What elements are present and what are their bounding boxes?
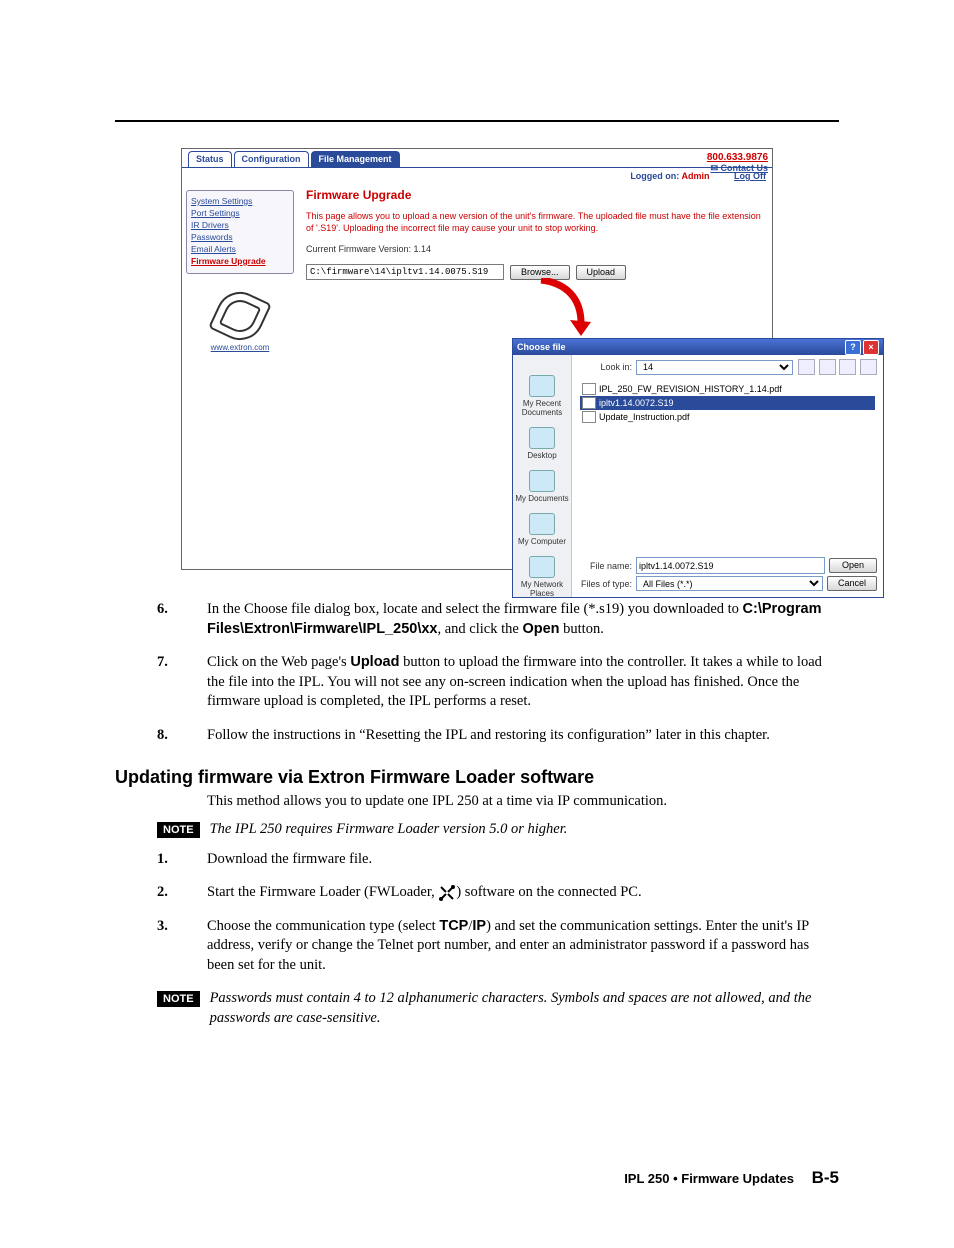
sidebar: System Settings Port Settings IR Drivers… [182,182,298,570]
sidebar-logo: www.extron.com [186,292,294,352]
back-icon[interactable] [798,359,815,375]
file-item[interactable]: IPL_250_FW_REVISION_HISTORY_1.14.pdf [580,382,875,396]
phone-number: 800.633.9876 [707,152,768,163]
top-rule [115,120,839,122]
file-icon [582,397,596,409]
pdf-icon [582,383,596,395]
folder-icon [529,375,555,397]
tab-file-management[interactable]: File Management [311,151,400,167]
up-icon[interactable] [819,359,836,375]
step-1: 1. Download the firmware file. [115,850,839,870]
place-network[interactable]: My Network Places [513,556,571,598]
section-heading: Updating firmware via Extron Firmware Lo… [65,767,839,788]
header-bar: 800.633.9876 ✉ Contact Us Logged on: Adm… [182,167,772,182]
choose-file-dialog: Choose file ? × My Recent Documents Desk… [512,338,884,598]
dialog-close-button[interactable]: × [863,340,879,355]
tab-bar: Status Configuration File Management [182,149,772,167]
file-name-label: File name: [578,561,632,571]
sidebar-item-email-alerts[interactable]: Email Alerts [191,243,289,255]
logged-on-user: Admin [681,171,709,181]
step-number: 2. [157,884,168,900]
places-bar: My Recent Documents Desktop My Documents… [513,355,571,597]
new-folder-icon[interactable] [839,359,856,375]
footer-page-number: B-5 [812,1168,839,1187]
look-in-select[interactable]: 14 [636,360,793,375]
step-number: 6. [157,601,168,617]
note-text: The IPL 250 requires Firmware Loader ver… [210,820,839,840]
fwloader-icon [438,884,456,902]
step-7: 7. Click on the Web page's Upload button… [115,653,839,712]
dialog-help-button[interactable]: ? [845,340,861,355]
step-3: 3. Choose the communication type (select… [115,917,839,976]
page-title: Firmware Upgrade [306,188,764,202]
step-number: 1. [157,851,168,867]
page-description: This page allows you to upload a new ver… [306,210,764,234]
note-2: NOTE Passwords must contain 4 to 12 alph… [157,989,839,1028]
place-my-computer[interactable]: My Computer [513,513,571,546]
file-item-selected[interactable]: ipltv1.14.0072.S19 [580,396,875,410]
logoff-link[interactable]: Log Off [734,171,766,181]
cancel-button[interactable]: Cancel [827,576,877,591]
current-version: Current Firmware Version: 1.14 [306,244,764,254]
logged-on-label: Logged on: [630,171,679,181]
sidebar-item-firmware-upgrade[interactable]: Firmware Upgrade [191,255,289,267]
open-button[interactable]: Open [829,558,877,573]
place-desktop[interactable]: Desktop [513,427,571,460]
file-type-label: Files of type: [578,579,632,589]
sidebar-item-port-settings[interactable]: Port Settings [191,207,289,219]
sidebar-url[interactable]: www.extron.com [211,343,270,352]
look-in-label: Look in: [578,362,632,372]
tab-configuration[interactable]: Configuration [234,151,309,167]
file-item[interactable]: Update_Instruction.pdf [580,410,875,424]
place-my-documents[interactable]: My Documents [513,470,571,503]
note-text: Passwords must contain 4 to 12 alphanume… [210,989,839,1028]
note-badge: NOTE [157,991,200,1007]
sidebar-item-passwords[interactable]: Passwords [191,231,289,243]
tab-status[interactable]: Status [188,151,232,167]
views-icon[interactable] [860,359,877,375]
step-number: 3. [157,918,168,934]
step-number: 8. [157,727,168,743]
file-name-input[interactable] [636,557,825,574]
callout-arrow-icon [536,278,596,338]
step-8: 8. Follow the instructions in “Resetting… [115,726,839,746]
sidebar-item-ir-drivers[interactable]: IR Drivers [191,219,289,231]
file-path-input[interactable] [306,264,504,280]
network-icon [529,556,555,578]
file-type-select[interactable]: All Files (*.*) [636,576,823,591]
page-footer: IPL 250 • Firmware Updates B-5 [115,1168,839,1188]
section-intro: This method allows you to update one IPL… [207,792,839,812]
desktop-icon [529,427,555,449]
login-status: Logged on: Admin Log Off [630,171,766,181]
computer-icon [529,513,555,535]
footer-product: IPL 250 • Firmware Updates [624,1171,794,1186]
main-panel: Firmware Upgrade This page allows you to… [298,182,772,570]
dialog-toolbar [797,359,877,375]
note-badge: NOTE [157,822,200,838]
documents-icon [529,470,555,492]
sidebar-item-system-settings[interactable]: System Settings [191,195,289,207]
pdf-icon [582,411,596,423]
dialog-titlebar: Choose file ? × [513,339,883,355]
step-2: 2. Start the Firmware Loader (FWLoader, … [115,883,839,903]
step-number: 7. [157,654,168,670]
dialog-title: Choose file [517,339,566,355]
step-6: 6. In the Choose file dialog box, locate… [115,600,839,639]
file-list[interactable]: IPL_250_FW_REVISION_HISTORY_1.14.pdf ipl… [578,378,877,526]
note-1: NOTE The IPL 250 requires Firmware Loade… [157,820,839,840]
webui-screenshot: Status Configuration File Management 800… [181,148,773,570]
extron-logo-icon [208,284,272,348]
place-recent[interactable]: My Recent Documents [513,375,571,417]
